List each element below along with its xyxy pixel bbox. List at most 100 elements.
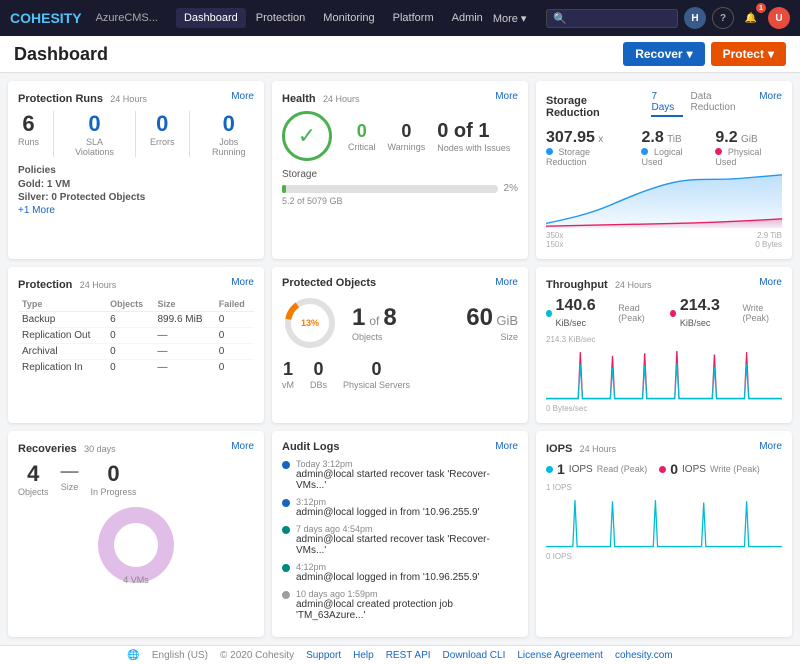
recoveries-more[interactable]: More <box>231 441 254 452</box>
protection-header: Protection 24 Hours More <box>18 277 254 291</box>
type-cell: Replication In <box>18 360 106 376</box>
iops-subtitle: 24 Hours <box>580 444 617 454</box>
physical-value: 9.2 <box>715 129 737 146</box>
iops-chart-max: 1 IOPS <box>546 483 782 492</box>
objects-cell: 0 <box>106 360 153 376</box>
db-count: 0 <box>310 359 327 380</box>
ps-count: 0 <box>343 359 410 380</box>
audit-logs-more[interactable]: More <box>495 441 518 452</box>
jobs-value: 0 <box>203 111 254 137</box>
logical-unit: TiB <box>667 134 682 145</box>
chart-zero: 0 Bytes/sec <box>546 404 782 413</box>
question-icon[interactable]: ? <box>712 7 734 29</box>
y-right-top: 2.9 TiB <box>757 231 782 240</box>
nav-search-box[interactable]: 🔍 <box>546 9 678 28</box>
table-row: Replication In 0 — 0 <box>18 360 254 376</box>
blue-dot2 <box>641 148 648 155</box>
notification-bell-icon[interactable]: 🔔 1 <box>740 7 762 29</box>
jobs-label: Jobs Running <box>203 137 254 157</box>
policies-more-link[interactable]: +1 More <box>18 205 254 216</box>
storage-reduction-title: Storage Reduction <box>546 95 643 119</box>
pie-label: 4 VMs <box>18 575 254 585</box>
health-subtitle: 24 Hours <box>323 94 360 104</box>
nav-monitoring[interactable]: Monitoring <box>315 8 382 28</box>
website-link[interactable]: cohesity.com <box>615 650 673 661</box>
user-avatar[interactable]: U <box>768 7 790 29</box>
iops-write-dot <box>659 466 666 473</box>
object-count: 1 <box>352 304 365 332</box>
storage-reduction-more[interactable]: More <box>759 91 782 102</box>
rec-objects-value: 4 <box>18 461 49 487</box>
table-row: Backup 6 899.6 MiB 0 <box>18 312 254 328</box>
write-value: 214.3 <box>680 297 720 314</box>
throughput-title: Throughput <box>546 279 608 291</box>
storage-pct: 2% <box>504 183 518 194</box>
recoveries-subtitle: 30 days <box>84 444 116 454</box>
iops-read-stat: 1 IOPS Read (Peak) <box>546 461 647 477</box>
search-input[interactable] <box>571 12 671 24</box>
iops-svg <box>546 494 782 549</box>
health-card: Health 24 Hours More ✓ 0 Critical 0 Warn… <box>272 81 528 259</box>
audit-item: 3:12pm admin@local logged in from '10.96… <box>282 497 518 518</box>
audit-logs-title: Audit Logs <box>282 441 339 453</box>
protection-runs-more[interactable]: More <box>231 91 254 102</box>
col-size: Size <box>154 297 215 312</box>
help-icon[interactable]: H <box>684 7 706 29</box>
download-cli-link[interactable]: Download CLI <box>443 650 506 661</box>
y-bottom: 150x <box>546 240 563 249</box>
write-stat: 214.3 KiB/sec Write (Peak) <box>670 297 782 329</box>
logo-text: COHESITY <box>10 10 82 26</box>
sr-tab-data-reduction[interactable]: Data Reduction <box>691 91 760 117</box>
iops-header: IOPS 24 Hours More <box>546 441 782 455</box>
size-label: Size <box>466 332 518 342</box>
iops-card: IOPS 24 Hours More 1 IOPS Read (Peak) 0 … <box>536 431 792 637</box>
license-link[interactable]: License Agreement <box>517 650 603 661</box>
protection-more[interactable]: More <box>231 277 254 288</box>
protected-objects-card: Protected Objects More 13% 1 of 8 Object… <box>272 267 528 423</box>
rec-progress-value: 0 <box>91 461 137 487</box>
health-title: Health <box>282 93 316 105</box>
protection-runs-title: Protection Runs <box>18 93 103 105</box>
health-more[interactable]: More <box>495 91 518 102</box>
recoveries-pie: 4 VMs <box>18 505 254 585</box>
nodes-label: Nodes with Issues <box>437 143 510 153</box>
protection-runs-subtitle: 24 Hours <box>110 94 147 104</box>
errors-label: Errors <box>150 137 175 147</box>
throughput-header: Throughput 24 Hours More <box>546 277 782 291</box>
type-cell: Archival <box>18 344 106 360</box>
audit-logs-header: Audit Logs More <box>282 441 518 453</box>
vm-count: 1 <box>282 359 294 380</box>
protected-objects-more[interactable]: More <box>495 277 518 288</box>
read-unit: KiB/sec <box>556 318 587 328</box>
throughput-more[interactable]: More <box>759 277 782 288</box>
physical-stat: 9.2 GiB Physical Used <box>715 129 782 167</box>
failed-cell: 0 <box>215 360 254 376</box>
recoveries-title: Recoveries <box>18 443 77 455</box>
recover-button[interactable]: Recover ▾ <box>623 42 704 66</box>
nav-icons: H ? 🔔 1 U <box>684 7 790 29</box>
language[interactable]: English (US) <box>152 650 208 661</box>
search-icon: 🔍 <box>553 12 567 25</box>
nav-dashboard[interactable]: Dashboard <box>176 8 246 28</box>
help-link[interactable]: Help <box>353 650 374 661</box>
failed-cell: 0 <box>215 344 254 360</box>
logical-value: 2.8 <box>641 129 663 146</box>
count-section: 1 of 8 Objects <box>352 304 397 342</box>
physical-label: Physical Used <box>715 147 761 167</box>
storage-progress-bar <box>282 185 498 193</box>
pink-dot <box>715 148 722 155</box>
iops-more[interactable]: More <box>759 441 782 452</box>
sr-tab-7days[interactable]: 7 Days <box>651 91 682 117</box>
nav-admin[interactable]: Admin <box>444 8 491 28</box>
nav-platform[interactable]: Platform <box>385 8 442 28</box>
rest-api-link[interactable]: REST API <box>386 650 431 661</box>
rec-size-value: — <box>61 461 79 482</box>
vm-stat: 1 vM <box>282 359 294 390</box>
protect-button[interactable]: Protect ▾ <box>711 42 786 66</box>
silver-value: 0 Protected Objects <box>51 192 145 203</box>
nav-protection[interactable]: Protection <box>248 8 314 28</box>
jobs-running-stat: 0 Jobs Running <box>203 111 254 157</box>
support-link[interactable]: Support <box>306 650 341 661</box>
nav-more[interactable]: More ▾ <box>493 8 527 28</box>
app-logo[interactable]: COHESITY <box>10 10 82 26</box>
